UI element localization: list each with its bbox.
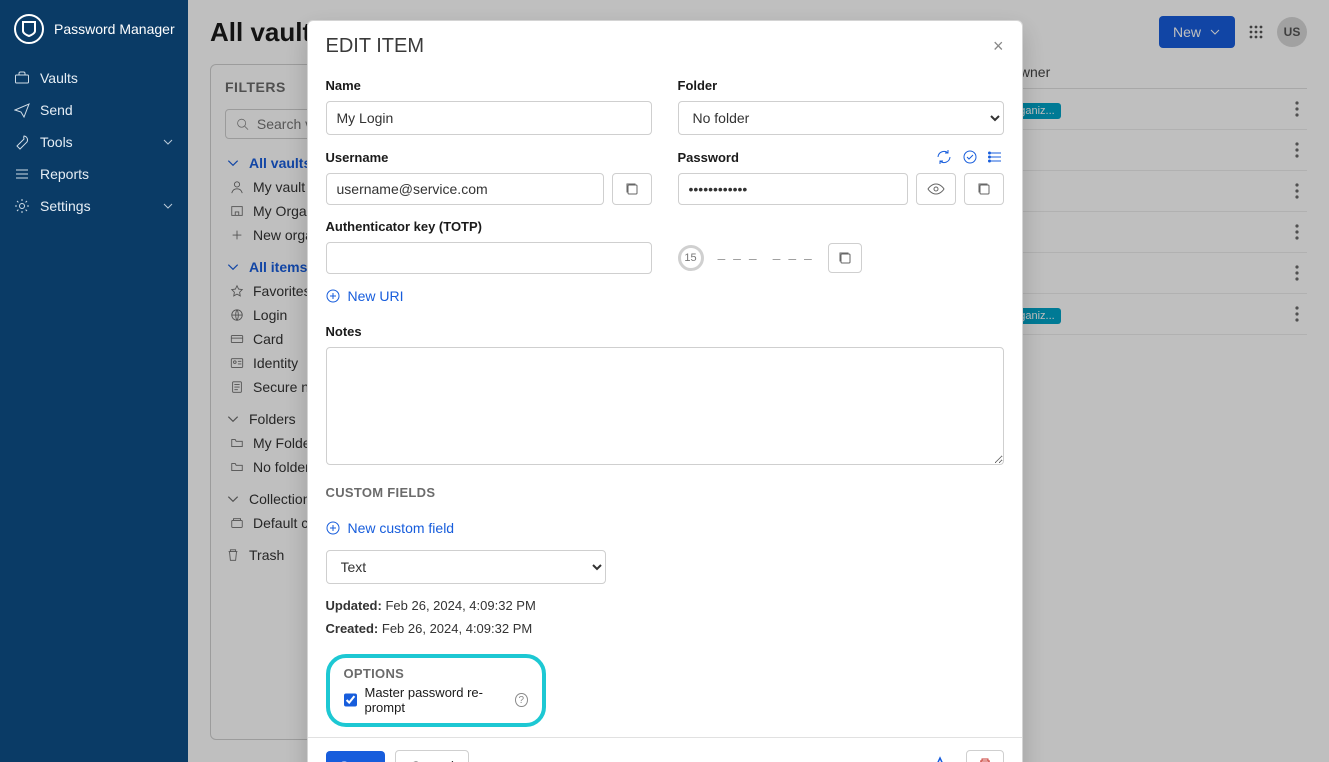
chevron-down-icon: [162, 200, 174, 212]
nav-vaults[interactable]: Vaults: [0, 62, 188, 94]
check-password-icon[interactable]: [962, 149, 978, 165]
brand-name: Password Manager: [54, 21, 175, 37]
gear-icon: [14, 198, 30, 214]
notes-label: Notes: [326, 324, 1004, 339]
favorite-star-icon[interactable]: [924, 750, 956, 762]
totp-countdown: 15: [678, 245, 704, 271]
totp-input[interactable]: [326, 242, 652, 274]
copy-totp-icon[interactable]: [828, 243, 862, 273]
edit-item-modal: EDIT ITEM × Name Folder No folder Userna…: [307, 20, 1023, 762]
totp-display: 15 – – – – – –: [678, 242, 1004, 274]
username-label: Username: [326, 149, 652, 165]
regenerate-password-icon[interactable]: [936, 149, 952, 165]
plus-circle-icon: [326, 521, 340, 535]
sidebar-nav: Vaults Send Tools Reports Settings: [0, 58, 188, 226]
created-meta: Created: Feb 26, 2024, 4:09:32 PM: [326, 621, 1004, 636]
nav-reports[interactable]: Reports: [0, 158, 188, 190]
name-input[interactable]: [326, 101, 652, 135]
sidebar: Password Manager Vaults Send Tools Repor…: [0, 0, 188, 762]
name-label: Name: [326, 78, 652, 93]
reprompt-checkbox[interactable]: [344, 693, 357, 707]
send-icon: [14, 102, 30, 118]
help-icon[interactable]: ?: [515, 693, 527, 707]
new-uri-link[interactable]: New URI: [326, 288, 1004, 304]
copy-username-icon[interactable]: [612, 173, 652, 205]
brand-logo-icon: [14, 14, 44, 44]
username-input[interactable]: [326, 173, 604, 205]
close-icon[interactable]: ×: [993, 36, 1004, 57]
reports-icon: [14, 166, 30, 182]
briefcase-icon: [14, 70, 30, 86]
reprompt-checkbox-row[interactable]: Master password re-prompt ?: [344, 685, 528, 715]
save-button[interactable]: Save: [326, 751, 386, 762]
custom-field-type-select[interactable]: Text: [326, 550, 606, 584]
password-history-icon[interactable]: [988, 149, 1004, 165]
chevron-down-icon: [162, 136, 174, 148]
options-heading: OPTIONS: [344, 666, 528, 681]
password-label: Password: [678, 149, 1004, 165]
delete-button[interactable]: [966, 750, 1004, 762]
wrench-icon: [14, 134, 30, 150]
options-highlight: OPTIONS Master password re-prompt ?: [326, 654, 546, 727]
updated-meta: Updated: Feb 26, 2024, 4:09:32 PM: [326, 598, 1004, 613]
modal-title: EDIT ITEM: [326, 35, 425, 58]
nav-settings[interactable]: Settings: [0, 190, 188, 222]
folder-select[interactable]: No folder: [678, 101, 1004, 135]
nav-send[interactable]: Send: [0, 94, 188, 126]
totp-label: Authenticator key (TOTP): [326, 219, 652, 234]
notes-textarea[interactable]: [326, 347, 1004, 465]
password-input[interactable]: [678, 173, 908, 205]
plus-circle-icon: [326, 289, 340, 303]
copy-password-icon[interactable]: [964, 173, 1004, 205]
custom-fields-heading: CUSTOM FIELDS: [326, 485, 1004, 500]
folder-label: Folder: [678, 78, 1004, 93]
totp-code-b: – – –: [773, 250, 814, 266]
new-custom-field-link[interactable]: New custom field: [326, 520, 1004, 536]
totp-code-a: – – –: [718, 250, 759, 266]
brand: Password Manager: [0, 0, 188, 58]
toggle-password-visibility-icon[interactable]: [916, 173, 956, 205]
nav-tools[interactable]: Tools: [0, 126, 188, 158]
cancel-button[interactable]: Cancel: [395, 750, 469, 762]
